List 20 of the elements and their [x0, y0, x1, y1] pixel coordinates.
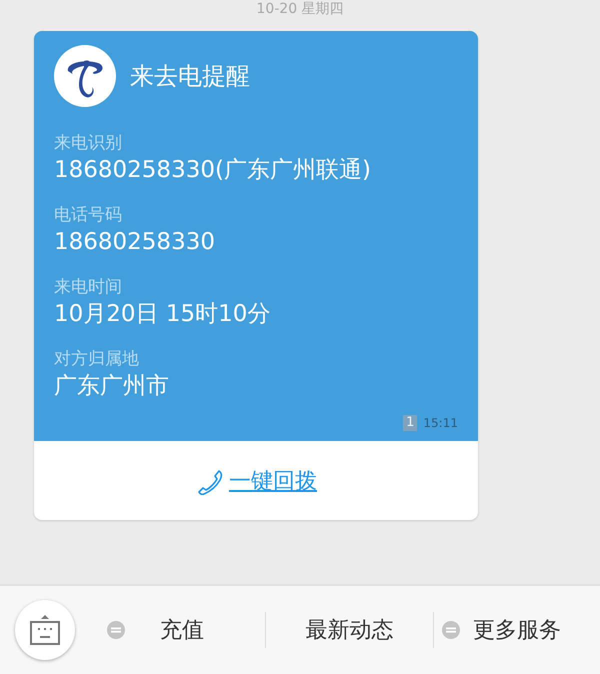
- field-label: 来电识别: [54, 132, 123, 155]
- field-label: 对方归属地: [54, 348, 140, 371]
- keyboard-icon: [28, 613, 62, 647]
- date-header: 10-20 星期四: [256, 1, 344, 18]
- logo-icon: [54, 45, 116, 107]
- field-value: 18680258330: [54, 228, 216, 257]
- field-value: 10月20日 15时10分: [54, 300, 272, 329]
- message-time: 15:11: [423, 416, 458, 430]
- submenu-icon: [442, 621, 460, 639]
- menu-button[interactable]: 充值: [156, 615, 208, 645]
- submenu-icon: [107, 621, 125, 639]
- keyboard-toggle-button[interactable]: [15, 600, 75, 660]
- field-value: 18680258330(广东广州联通): [54, 156, 372, 185]
- card-title: 来去电提醒: [130, 61, 250, 92]
- menu-button[interactable]: 更多服务: [468, 615, 565, 645]
- count-badge: 1: [403, 415, 418, 431]
- field-value: 广东广州市: [54, 372, 170, 401]
- menu-button[interactable]: 最新动态: [301, 615, 398, 645]
- field-label: 电话号码: [54, 204, 123, 227]
- field-label: 来电时间: [54, 276, 123, 299]
